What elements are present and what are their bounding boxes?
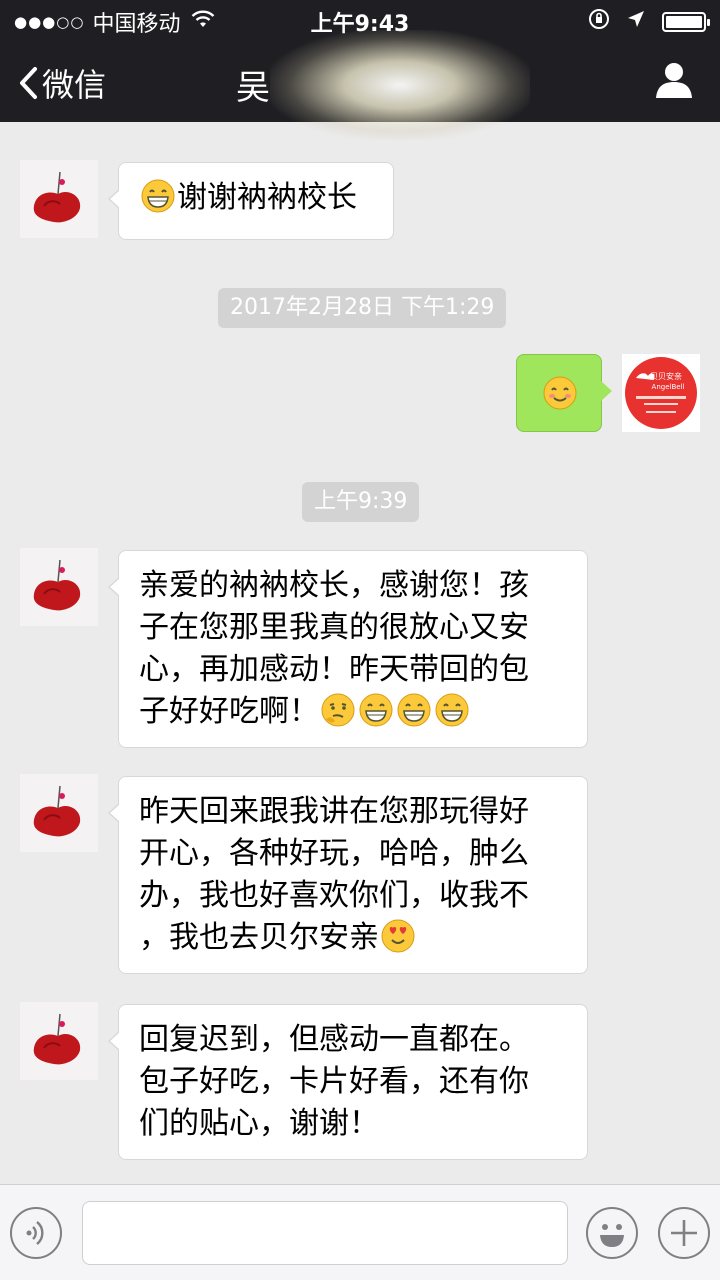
chevron-left-icon	[20, 67, 37, 99]
status-bar: ●●●○○ 中国移动 上午9:43	[0, 0, 720, 40]
contact-avatar[interactable]	[20, 774, 98, 852]
battery-icon	[662, 12, 710, 32]
message-line: 回复迟到，但感动一直都在。	[139, 1022, 529, 1057]
smile-emoji-icon	[543, 376, 577, 410]
chat-area: 谢谢衲衲校长 2017年2月28日 下午1:29 贝贝安亲 AngelBell …	[0, 122, 720, 1184]
my-message-bubble[interactable]	[516, 354, 612, 432]
grin-emoji-icon	[141, 179, 175, 213]
timestamp: 上午9:39	[302, 482, 420, 522]
rose-avatar-icon	[20, 548, 98, 626]
contact-avatar[interactable]	[20, 160, 98, 238]
rose-avatar-icon	[20, 160, 98, 238]
message-bubble[interactable]: 回复迟到，但感动一直都在。 包子好吃，卡片好看，还有你 们的贴心，谢谢！	[108, 1004, 588, 1160]
nav-bar: 微信 吴	[0, 30, 720, 140]
person-icon	[656, 63, 692, 98]
profile-button[interactable]	[654, 60, 694, 104]
contact-avatar[interactable]	[20, 548, 98, 626]
message-line: 亲爱的衲衲校长，感谢您！孩	[139, 568, 529, 603]
message-line: 昨天回来跟我讲在您那玩得好	[139, 794, 529, 829]
message-bubble[interactable]: 亲爱的衲衲校长，感谢您！孩 子在您那里我真的很放心又安 心，再加感动！昨天带回的…	[108, 550, 588, 748]
input-bar	[0, 1184, 720, 1280]
rotation-lock-icon	[588, 8, 610, 36]
grin-emoji-icon	[397, 693, 431, 727]
rose-avatar-icon	[20, 774, 98, 852]
plus-icon	[671, 1220, 697, 1246]
chat-title: 吴	[236, 68, 270, 108]
voice-icon	[26, 1221, 44, 1245]
message-line: 办，我也好喜欢你们，收我不	[139, 878, 529, 913]
message-bubble[interactable]: 谢谢衲衲校长	[108, 162, 394, 240]
message-line: 们的贴心，谢谢！	[139, 1106, 379, 1141]
grin-emoji-icon	[359, 693, 393, 727]
smiley-icon	[600, 1224, 624, 1247]
brand-logo: 贝贝安亲 AngelBell	[622, 354, 700, 432]
location-icon	[626, 9, 646, 35]
message-line: 子好好吃啊！	[139, 694, 319, 729]
heart-eyes-emoji-icon	[381, 919, 415, 953]
my-avatar[interactable]: 贝贝安亲 AngelBell	[622, 354, 700, 432]
message-input[interactable]	[82, 1201, 568, 1265]
thinking-emoji-icon	[321, 693, 355, 727]
message-line: 开心，各种好玩，哈哈，肿么	[139, 836, 529, 871]
svg-text:AngelBell: AngelBell	[652, 383, 685, 391]
emoji-button[interactable]	[586, 1207, 638, 1259]
top-bar: ●●●○○ 中国移动 上午9:43 微信 吴	[0, 0, 720, 140]
message-line: 子在您那里我真的很放心又安	[139, 610, 529, 645]
back-label: 微信	[42, 66, 107, 104]
svg-text:贝贝安亲: 贝贝安亲	[650, 371, 682, 381]
more-button[interactable]	[658, 1207, 710, 1259]
rose-avatar-icon	[20, 1002, 98, 1080]
message-bubble[interactable]: 昨天回来跟我讲在您那玩得好 开心，各种好玩，哈哈，肿么 办，我也好喜欢你们，收我…	[108, 776, 588, 974]
back-button[interactable]: 微信	[18, 60, 106, 106]
grin-emoji-icon	[435, 693, 469, 727]
message-text: 谢谢衲衲校长	[177, 180, 357, 215]
contact-avatar[interactable]	[20, 1002, 98, 1080]
message-line: 包子好吃，卡片好看，还有你	[139, 1064, 529, 1099]
voice-button[interactable]	[10, 1207, 62, 1259]
message-line: ，我也去贝尔安亲	[139, 920, 379, 955]
message-line: 心，再加感动！昨天带回的包	[139, 652, 529, 687]
timestamp: 2017年2月28日 下午1:29	[218, 288, 507, 328]
